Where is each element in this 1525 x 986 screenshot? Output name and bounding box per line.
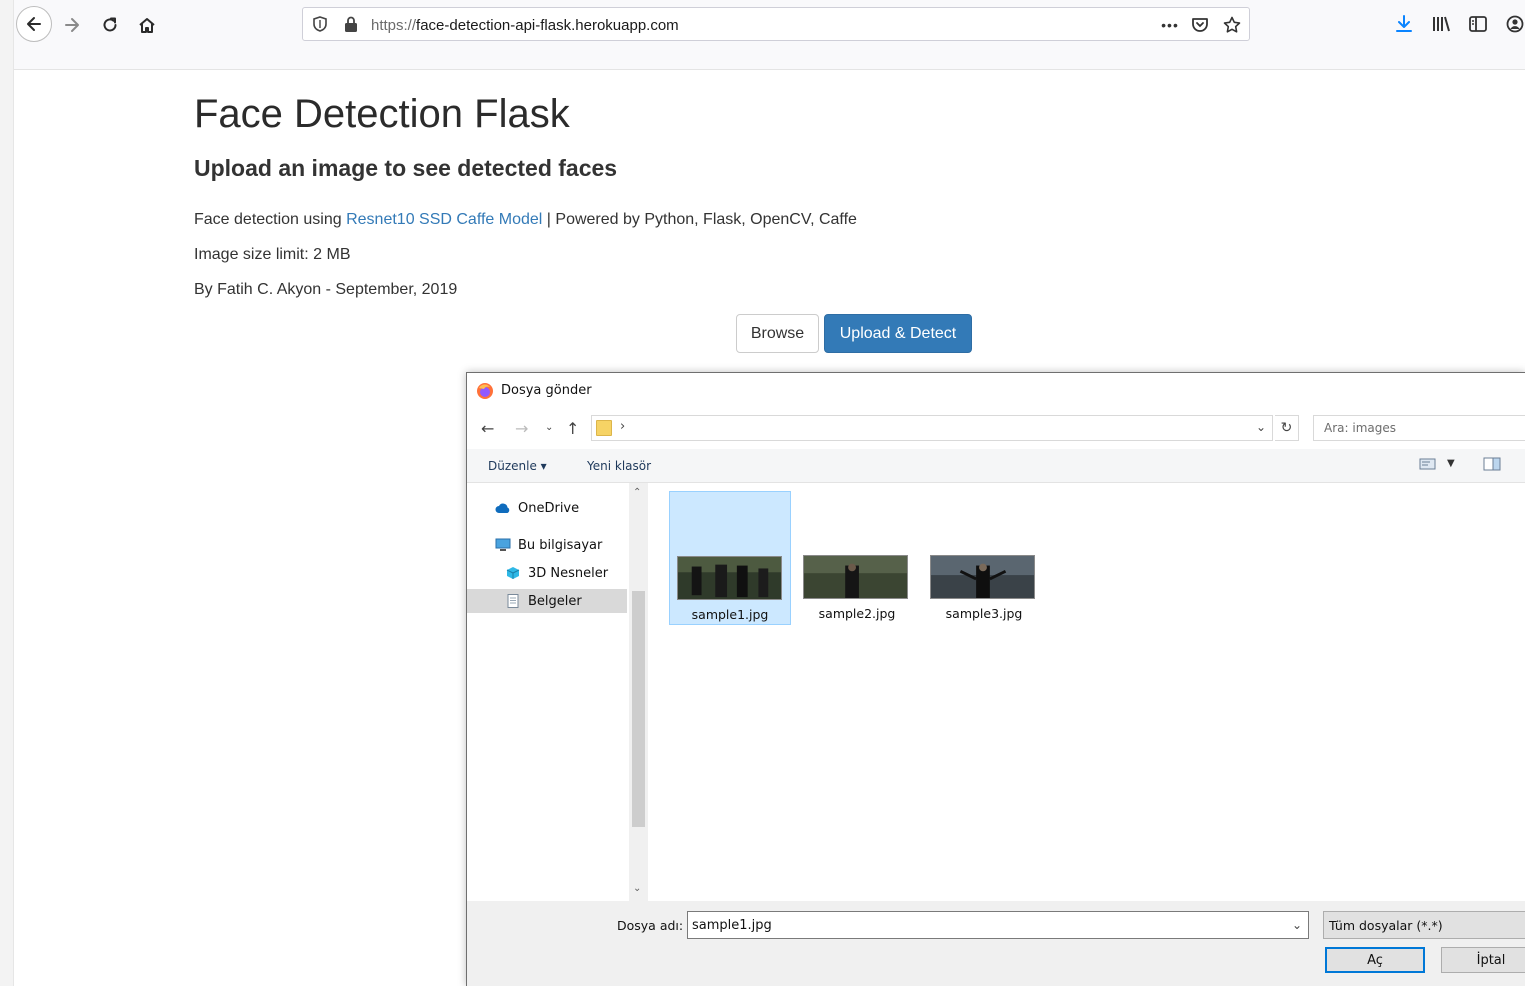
filename-input[interactable]: sample1.jpg ⌄ [687, 911, 1309, 939]
size-limit-text: Image size limit: 2 MB [194, 246, 351, 263]
up-folder-icon[interactable]: ↑ [566, 419, 579, 438]
file-name: sample3.jpg [945, 606, 1023, 621]
back-button[interactable] [16, 6, 52, 42]
home-icon [139, 18, 155, 33]
more-dots-icon[interactable]: ••• [1159, 14, 1181, 36]
preview-pane-icon[interactable] [1483, 457, 1501, 474]
computer-icon [495, 538, 511, 551]
file-tile[interactable]: sample2.jpg [796, 491, 918, 625]
cancel-button[interactable]: İptal [1441, 947, 1525, 973]
nav-item-label: Bu bilgisayar [518, 537, 603, 553]
download-icon[interactable] [1392, 12, 1416, 36]
author-text: By Fatih C. Akyon - September, 2019 [194, 281, 458, 298]
cube-3d-icon [506, 567, 520, 579]
url-text[interactable]: https://face-detection-api-flask.herokua… [371, 17, 679, 34]
organize-menu[interactable]: Düzenle ▾ [488, 459, 547, 473]
reload-icon [103, 17, 117, 32]
filename-dropdown-icon[interactable]: ⌄ [1292, 918, 1302, 932]
firefox-icon [477, 383, 493, 399]
pocket-icon[interactable] [1189, 14, 1211, 36]
dialog-path-box[interactable]: › ⌄ [591, 415, 1273, 441]
dialog-command-bar: Düzenle ▾ Yeni klasör ▼ [467, 449, 1525, 483]
new-folder-button[interactable]: Yeni klasör [587, 459, 651, 473]
filename-value: sample1.jpg [692, 918, 772, 933]
sidebar-icon[interactable] [1466, 12, 1490, 36]
nav-pane-scrollbar[interactable]: ⌃ ⌄ [629, 483, 648, 901]
dialog-search-input[interactable]: Ara: images [1313, 415, 1525, 441]
nav-item-onedrive[interactable]: OneDrive [495, 496, 579, 520]
model-info-prefix: Face detection using [194, 211, 347, 228]
shield-icon[interactable] [311, 15, 329, 33]
file-type-select[interactable]: Tüm dosyalar (*.*) [1323, 911, 1525, 939]
bookmark-star-icon[interactable] [1221, 14, 1243, 36]
document-icon [507, 594, 519, 608]
file-open-dialog: Dosya gönder ← → ⌄ ↑ › ⌄ ↻ Ara: images D… [466, 372, 1525, 986]
image-thumbnail [677, 556, 782, 600]
search-placeholder: Ara: images [1324, 421, 1396, 435]
recent-locations-chevron-icon[interactable]: ⌄ [545, 422, 553, 433]
forward-arrow-icon [65, 18, 79, 32]
dialog-forward-icon[interactable]: → [515, 419, 528, 438]
cloud-icon [495, 503, 510, 513]
model-info-suffix: | Powered by Python, Flask, OpenCV, Caff… [542, 211, 857, 228]
lock-icon[interactable] [343, 15, 359, 33]
account-icon[interactable] [1503, 12, 1525, 36]
file-type-value: Tüm dosyalar (*.*) [1329, 918, 1443, 933]
browse-button[interactable]: Browse [736, 314, 819, 353]
open-button[interactable]: Aç [1325, 947, 1425, 973]
dialog-navigation-pane: OneDrive Bu bilgisayar 3D Nesneler Belge… [467, 483, 648, 901]
forward-button[interactable] [54, 8, 90, 42]
window-edge [0, 0, 14, 986]
image-thumbnail [930, 555, 1035, 599]
model-info-line: Face detection using Resnet10 SSD Caffe … [194, 211, 857, 229]
scroll-down-arrow-icon[interactable]: ⌄ [633, 883, 641, 894]
file-tile[interactable]: sample3.jpg [923, 491, 1045, 625]
view-options-icon[interactable] [1419, 457, 1437, 474]
library-icon[interactable] [1429, 12, 1453, 36]
folder-icon [596, 420, 612, 436]
nav-item-this-pc[interactable]: Bu bilgisayar [495, 533, 602, 557]
address-bar[interactable]: https://face-detection-api-flask.herokua… [302, 7, 1250, 41]
nav-item-documents[interactable]: Belgeler [467, 589, 627, 613]
page-subtitle: Upload an image to see detected faces [194, 155, 618, 181]
scroll-up-arrow-icon[interactable]: ⌃ [633, 487, 641, 498]
dialog-titlebar[interactable]: Dosya gönder [467, 373, 1525, 409]
reload-button[interactable] [92, 8, 128, 42]
back-arrow-icon [27, 17, 41, 31]
dialog-back-icon[interactable]: ← [481, 419, 494, 438]
nav-item-label: Belgeler [528, 593, 582, 609]
browser-toolbar: https://face-detection-api-flask.herokua… [14, 0, 1525, 70]
dialog-footer: Dosya adı: sample1.jpg ⌄ Tüm dosyalar (*… [467, 901, 1525, 986]
dialog-title: Dosya gönder [501, 383, 592, 398]
scrollbar-thumb[interactable] [632, 591, 645, 827]
file-name: sample1.jpg [691, 607, 769, 622]
refresh-icon[interactable]: ↻ [1275, 415, 1299, 441]
nav-item-label: OneDrive [518, 500, 580, 516]
dialog-address-row: ← → ⌄ ↑ › ⌄ ↻ Ara: images [467, 409, 1525, 447]
model-link[interactable]: Resnet10 SSD Caffe Model [346, 211, 542, 228]
nav-item-label: 3D Nesneler [528, 565, 609, 581]
path-dropdown-icon[interactable]: ⌄ [1256, 420, 1266, 434]
file-tile[interactable]: sample1.jpg [669, 491, 791, 625]
view-dropdown-icon[interactable]: ▼ [1447, 458, 1455, 469]
filename-label: Dosya adı: [617, 918, 684, 933]
page-title: Face Detection Flask [194, 92, 570, 136]
image-thumbnail [803, 555, 908, 599]
home-button[interactable] [129, 8, 165, 42]
dialog-file-list: sample1.jpg sample2.jpg sample3.jpg [648, 483, 1525, 901]
nav-item-3d-objects[interactable]: 3D Nesneler [505, 561, 608, 585]
file-name: sample2.jpg [818, 606, 896, 621]
breadcrumb-chevron[interactable]: › [620, 419, 625, 434]
upload-detect-button[interactable]: Upload & Detect [824, 314, 972, 353]
